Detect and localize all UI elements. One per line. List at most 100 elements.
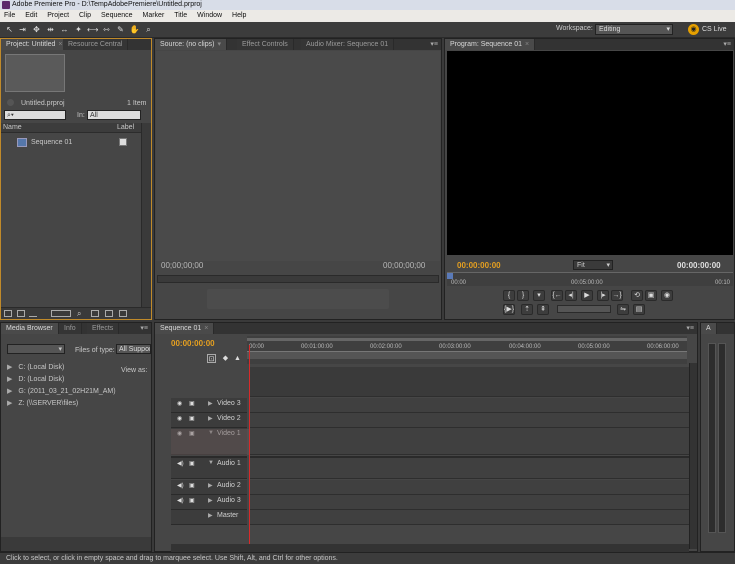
source-timecode-left[interactable]: 00;00;00;00 <box>161 261 203 270</box>
trim-icon[interactable]: ⇋ <box>617 304 629 315</box>
mark-out-icon[interactable]: } <box>517 290 529 301</box>
play-in-to-out-icon[interactable]: {▶} <box>503 304 515 315</box>
trash-icon[interactable] <box>119 310 127 317</box>
drive-item[interactable]: ▶ Z: (\\SERVER\files) <box>7 399 78 409</box>
source-time-ruler[interactable] <box>157 275 439 283</box>
hand-tool-icon[interactable]: ✋ <box>129 24 140 35</box>
slide-tool-icon[interactable]: ⇿ <box>101 24 112 35</box>
project-scrollbar[interactable] <box>141 123 151 307</box>
drive-item[interactable]: ▶ G: (2011_03_21_02H21M_AM) <box>7 387 116 397</box>
track-audio-1[interactable] <box>249 456 689 479</box>
program-timecode-current[interactable]: 00:00:00:00 <box>457 261 501 270</box>
workspace-select[interactable]: Editing ▾ <box>595 24 673 35</box>
new-bin-icon[interactable] <box>91 310 99 317</box>
track-audio-2[interactable] <box>249 480 689 495</box>
program-time-ruler[interactable]: 00:00 00:05:00:00 00:10 <box>447 272 733 286</box>
zoom-scroll-bar[interactable] <box>247 351 687 359</box>
drive-item[interactable]: ▶ C: (Local Disk) <box>7 363 64 373</box>
mark-in-icon[interactable]: { <box>503 290 515 301</box>
tab-info[interactable]: Info <box>59 323 82 334</box>
playhead-line[interactable] <box>249 345 250 553</box>
panel-menu-icon[interactable]: ▾≡ <box>686 324 694 332</box>
find-icon[interactable]: ⌕ <box>77 310 85 318</box>
extract-icon[interactable]: ⇞ <box>537 304 549 315</box>
track-header-video-3[interactable]: ◉ ▣ ▶ Video 3 <box>171 398 247 413</box>
zoom-tool-icon[interactable]: ⌕ <box>143 24 154 35</box>
rate-stretch-tool-icon[interactable]: ↔ <box>59 24 70 35</box>
automate-icon[interactable] <box>51 310 71 317</box>
track-master[interactable] <box>249 510 689 525</box>
drive-item[interactable]: ▶ D: (Local Disk) <box>7 375 64 385</box>
column-name[interactable]: Name <box>3 124 22 131</box>
track-header-video-2[interactable]: ◉ ▣ ▶ Video 2 <box>171 413 247 428</box>
playhead-marker-icon[interactable] <box>447 273 453 279</box>
tab-resource-central[interactable]: Resource Central <box>63 39 129 50</box>
cslive-icon[interactable]: ◉ <box>688 24 699 35</box>
marker-icon[interactable]: ▾ <box>533 290 545 301</box>
icon-view-icon[interactable] <box>17 310 25 317</box>
menu-file[interactable]: File <box>0 10 19 22</box>
snap-icon[interactable]: ⊡ <box>207 354 216 363</box>
step-forward-icon[interactable]: |▸ <box>597 290 609 301</box>
list-view-icon[interactable] <box>4 310 12 317</box>
menu-title[interactable]: Title <box>170 10 191 22</box>
timeline-vertical-scrollbar[interactable] <box>689 363 697 549</box>
track-header-audio-3[interactable]: ◀) ▣ ▶ Audio 3 <box>171 495 247 510</box>
razor-tool-icon[interactable]: ✦ <box>73 24 84 35</box>
track-video-3[interactable] <box>249 398 689 413</box>
in-select[interactable]: All <box>87 110 141 120</box>
column-label[interactable]: Label <box>117 124 134 131</box>
panel-menu-icon[interactable]: ▾≡ <box>723 40 731 48</box>
list-item[interactable]: Sequence 01 <box>17 138 137 148</box>
media-path-select[interactable]: ▾ <box>7 344 65 354</box>
go-to-in-icon[interactable]: {← <box>551 290 563 301</box>
play-icon[interactable]: ▶ <box>581 290 593 301</box>
ripple-edit-tool-icon[interactable]: ✥ <box>31 24 42 35</box>
timeline-ruler[interactable]: 00:00 00:01:00:00 00:02:00:00 00:03:00:0… <box>247 336 687 364</box>
new-item-icon[interactable] <box>105 310 113 317</box>
tab-effects[interactable]: Effects <box>87 323 120 334</box>
track-audio-3[interactable] <box>249 495 689 510</box>
work-area-bar[interactable] <box>247 338 687 341</box>
track-select-tool-icon[interactable]: ⇥ <box>17 24 28 35</box>
rolling-edit-tool-icon[interactable]: ⇹ <box>45 24 56 35</box>
go-to-out-icon[interactable]: →} <box>611 290 623 301</box>
selection-tool-icon[interactable]: ↖ <box>4 24 15 35</box>
safe-margins-icon[interactable]: ▣ <box>645 290 657 301</box>
track-header-audio-1[interactable]: ◀) ▣ ▼ Audio 1 <box>171 456 247 479</box>
timeline-empty-area[interactable] <box>249 367 689 397</box>
export-frame-icon[interactable]: ▤ <box>633 304 645 315</box>
fit-select[interactable]: Fit ▾ <box>573 260 613 270</box>
tab-project[interactable]: Project: Untitled × <box>1 39 69 50</box>
menu-marker[interactable]: Marker <box>139 10 169 22</box>
track-header-master[interactable]: ▶ Master <box>171 510 247 525</box>
menu-clip[interactable]: Clip <box>75 10 95 22</box>
tab-source[interactable]: Source: (no clips) ▾ <box>155 39 227 50</box>
menu-help[interactable]: Help <box>228 10 250 22</box>
project-search-input[interactable]: ⌕▾ <box>4 110 66 120</box>
panel-menu-icon[interactable]: ▾≡ <box>430 40 438 48</box>
pen-tool-icon[interactable]: ✎ <box>115 24 126 35</box>
menu-sequence[interactable]: Sequence <box>97 10 137 22</box>
cslive-label[interactable]: CS Live <box>702 26 727 33</box>
zoom-slider[interactable] <box>29 310 37 317</box>
menu-project[interactable]: Project <box>43 10 73 22</box>
output-icon[interactable]: ◉ <box>661 290 673 301</box>
tab-effect-controls[interactable]: Effect Controls <box>237 39 294 50</box>
menu-edit[interactable]: Edit <box>21 10 41 22</box>
track-video-1[interactable] <box>249 428 689 455</box>
slip-tool-icon[interactable]: ⟷ <box>87 24 98 35</box>
panel-menu-icon[interactable]: ▾≡ <box>140 324 148 332</box>
step-back-icon[interactable]: ◂| <box>565 290 577 301</box>
jog-shuttle[interactable] <box>557 305 611 313</box>
track-video-2[interactable] <box>249 413 689 428</box>
tab-program[interactable]: Program: Sequence 01 × <box>445 39 536 50</box>
tab-audio-mixer[interactable]: Audio Mixer: Sequence 01 <box>301 39 395 50</box>
timeline-timecode[interactable]: 00:00:00:00 <box>171 339 215 348</box>
timeline-horizontal-scrollbar[interactable] <box>171 544 689 552</box>
lift-icon[interactable]: ⇡ <box>521 304 533 315</box>
menu-window[interactable]: Window <box>193 10 226 22</box>
tab-media-browser[interactable]: Media Browser <box>1 323 59 334</box>
preview-play-icon[interactable] <box>7 99 14 106</box>
keyframe-icon[interactable]: ▲ <box>233 354 242 363</box>
